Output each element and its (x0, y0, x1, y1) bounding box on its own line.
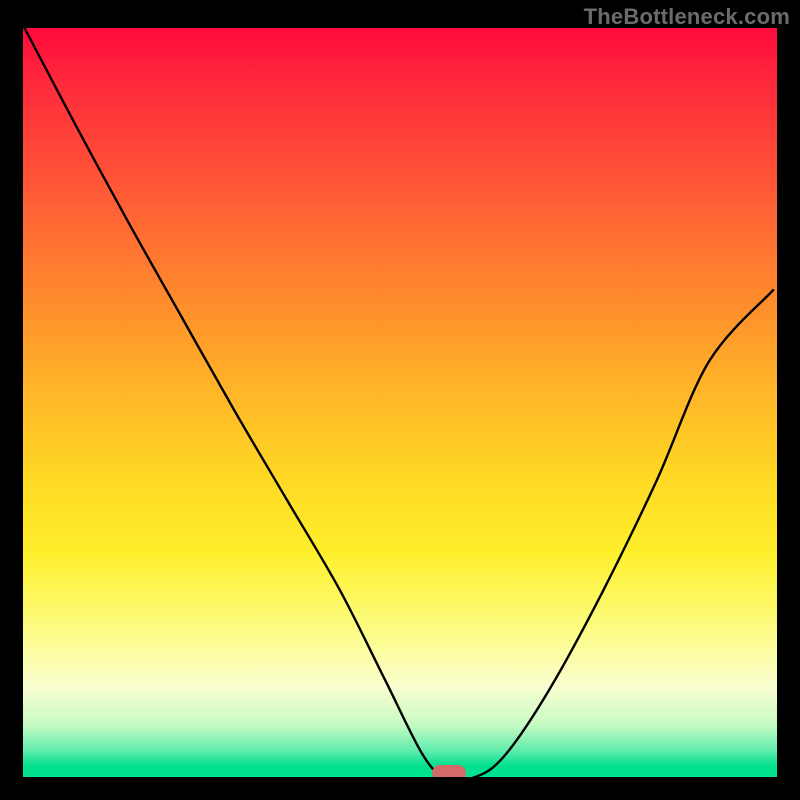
chart-frame: TheBottleneck.com (0, 0, 800, 800)
optimal-point-marker (432, 765, 466, 778)
plot-area (23, 28, 777, 777)
bottleneck-curve (23, 28, 777, 777)
watermark-text: TheBottleneck.com (584, 4, 790, 30)
